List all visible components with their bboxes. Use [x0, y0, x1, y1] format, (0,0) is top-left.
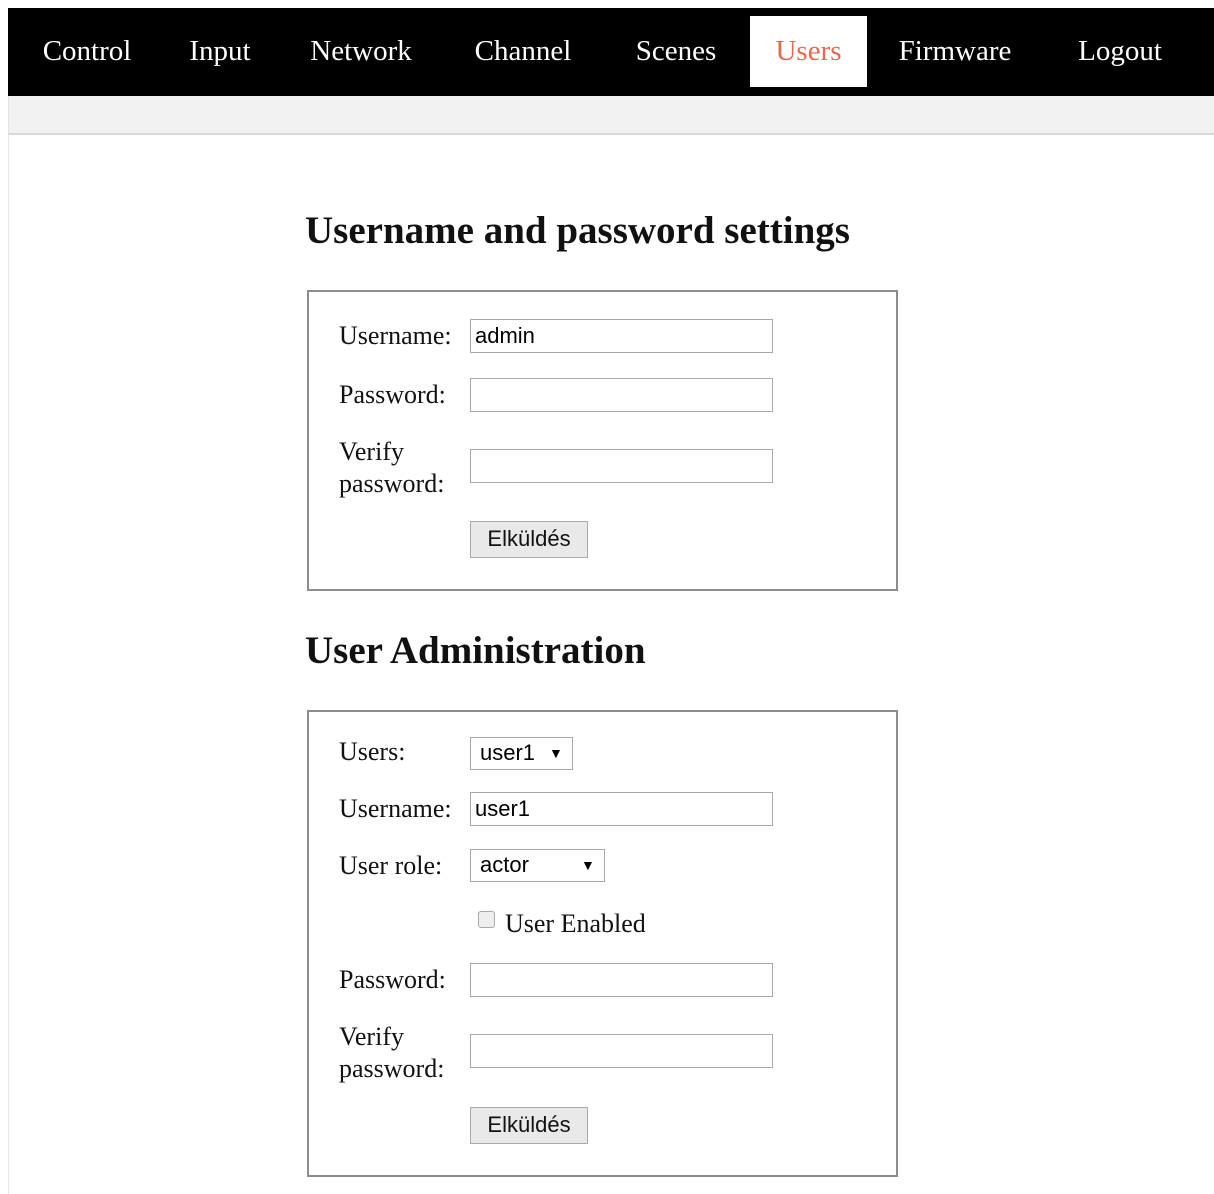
username-label: Username:: [339, 321, 452, 350]
password-input[interactable]: [470, 378, 773, 412]
left-border: [8, 96, 9, 1194]
user-enabled-checkbox[interactable]: [478, 911, 495, 928]
nav-channel[interactable]: Channel: [463, 16, 583, 87]
chevron-down-icon: ▼: [549, 745, 563, 761]
admin-verify-password-label-line2: password:: [339, 1054, 445, 1083]
users-label: Users:: [339, 737, 406, 766]
top-navbar: Control Input Network Channel Scenes Use…: [8, 8, 1214, 96]
user-admin-heading: User Administration: [305, 629, 646, 672]
admin-submit-button[interactable]: Elküldés: [470, 1107, 588, 1144]
admin-verify-password-label-line1: Verify: [339, 1022, 404, 1051]
admin-username-label: Username:: [339, 794, 452, 823]
password-label: Password:: [339, 380, 446, 409]
credentials-submit-button[interactable]: Elküldés: [470, 521, 588, 558]
admin-password-input[interactable]: [470, 963, 773, 997]
nav-users[interactable]: Users: [750, 16, 867, 87]
nav-logout[interactable]: Logout: [1063, 16, 1177, 87]
nav-network[interactable]: Network: [298, 16, 424, 87]
verify-password-label-line2: password:: [339, 469, 445, 498]
credentials-panel: Username: Password: Verify password: Elk…: [307, 290, 898, 591]
admin-username-input[interactable]: [470, 792, 773, 826]
chevron-down-icon: ▼: [581, 857, 595, 873]
users-select[interactable]: user1 ▼: [470, 737, 573, 770]
user-enabled-label: User Enabled: [505, 909, 646, 938]
nav-firmware[interactable]: Firmware: [888, 16, 1022, 87]
sub-header-bar: [8, 96, 1214, 135]
username-input[interactable]: [470, 319, 773, 353]
verify-password-label-line1: Verify: [339, 437, 404, 466]
nav-input[interactable]: Input: [178, 16, 262, 87]
user-admin-panel: Users: user1 ▼ Username: User role: acto…: [307, 710, 898, 1177]
verify-password-input[interactable]: [470, 449, 773, 483]
user-role-select-value: actor: [480, 852, 529, 877]
user-role-label: User role:: [339, 851, 443, 880]
nav-control[interactable]: Control: [30, 16, 144, 87]
admin-password-label: Password:: [339, 965, 446, 994]
credentials-heading: Username and password settings: [305, 209, 850, 252]
nav-scenes[interactable]: Scenes: [621, 16, 731, 87]
page-margin: [0, 0, 8, 1194]
user-role-select[interactable]: actor ▼: [470, 849, 605, 882]
users-select-value: user1: [480, 740, 536, 765]
admin-verify-password-input[interactable]: [470, 1034, 773, 1068]
